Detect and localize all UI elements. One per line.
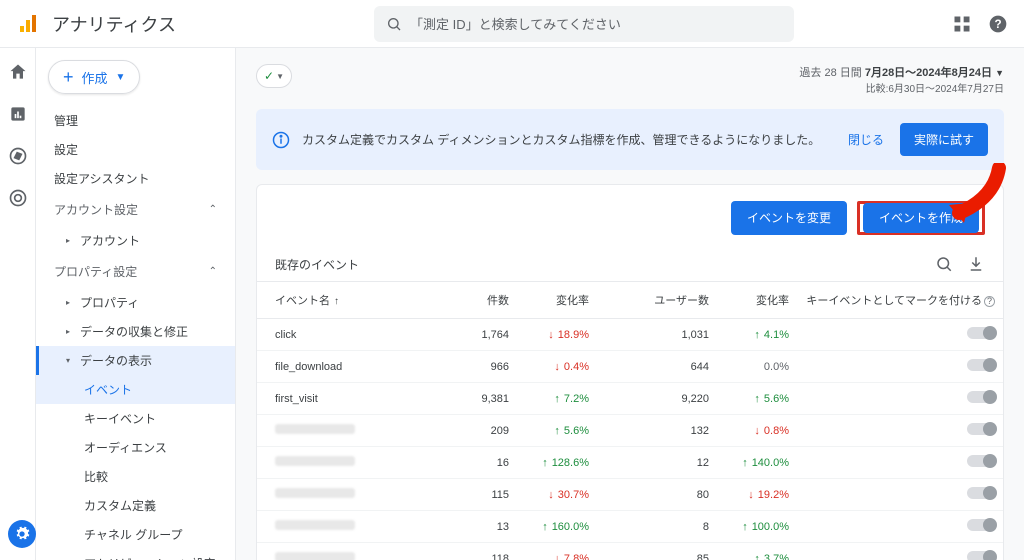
app-title: アナリティクス bbox=[52, 11, 176, 37]
table-row[interactable]: 13↑160.0%8↑100.0% bbox=[257, 511, 1003, 543]
sidebar-item-events[interactable]: イベント bbox=[36, 375, 235, 404]
table-row[interactable]: first_visit9,381↑7.2%9,220↑5.6% bbox=[257, 383, 1003, 415]
modify-event-button[interactable]: イベントを変更 bbox=[731, 201, 847, 235]
table-row[interactable]: 209↑5.6%132↓0.8% bbox=[257, 415, 1003, 447]
col-users[interactable]: ユーザー数 bbox=[597, 282, 717, 319]
download-icon[interactable] bbox=[967, 255, 985, 273]
sidebar-item-data-collection[interactable]: ▸データの収集と修正 bbox=[36, 317, 235, 346]
date-range-picker[interactable]: 過去 28 日間 7月28日〜2024年8月24日 ▼ 比較:6月30日〜202… bbox=[799, 64, 1004, 95]
table-row[interactable]: file_download966↓0.4%6440.0% bbox=[257, 351, 1003, 383]
gear-icon bbox=[14, 526, 30, 542]
sidebar-item-channel-groups[interactable]: チャネル グループ bbox=[36, 520, 235, 549]
col-change1[interactable]: 変化率 bbox=[517, 282, 597, 319]
banner-close-link[interactable]: 閉じる bbox=[848, 131, 884, 148]
table-row[interactable]: click1,764↓18.9%1,031↑4.1% bbox=[257, 319, 1003, 351]
panel-title: 既存のイベント bbox=[275, 256, 921, 273]
events-table: イベント名 件数 変化率 ユーザー数 変化率 キーイベントとしてマークを付ける?… bbox=[257, 282, 1003, 560]
key-event-toggle[interactable] bbox=[967, 423, 995, 435]
create-button[interactable]: +作成▼ bbox=[48, 60, 140, 94]
info-icon bbox=[272, 131, 290, 149]
search-icon bbox=[386, 16, 402, 32]
events-panel: イベントを変更 イベントを作成 既存のイベント イベント名 件数 変化率 ユーザ… bbox=[256, 184, 1004, 560]
chevron-up-icon: ⌃ bbox=[209, 204, 217, 215]
search-icon[interactable] bbox=[935, 255, 953, 273]
apps-icon[interactable] bbox=[952, 14, 972, 34]
home-icon[interactable] bbox=[8, 62, 28, 82]
col-count[interactable]: 件数 bbox=[437, 282, 517, 319]
chevron-up-icon: ⌃ bbox=[209, 266, 217, 277]
table-row[interactable]: 118↓7.8%85↑3.7% bbox=[257, 543, 1003, 560]
key-event-toggle[interactable] bbox=[967, 487, 995, 499]
info-banner: カスタム定義でカスタム ディメンションとカスタム指標を作成、管理できるようになり… bbox=[256, 109, 1004, 170]
key-event-toggle[interactable] bbox=[967, 519, 995, 531]
svg-text:?: ? bbox=[994, 18, 1001, 31]
help-icon[interactable]: ? bbox=[988, 14, 1008, 34]
sidebar-item-settings[interactable]: 設定 bbox=[36, 135, 235, 164]
key-event-toggle[interactable] bbox=[967, 359, 995, 371]
analytics-logo-icon bbox=[16, 12, 40, 36]
col-mark[interactable]: キーイベントとしてマークを付ける? bbox=[797, 282, 1003, 319]
key-event-toggle[interactable] bbox=[967, 391, 995, 403]
create-event-button[interactable]: イベントを作成 bbox=[863, 203, 979, 233]
sidebar-item-audiences[interactable]: オーディエンス bbox=[36, 433, 235, 462]
explore-icon[interactable] bbox=[8, 146, 28, 166]
sidebar-item-custom-defs[interactable]: カスタム定義 bbox=[36, 491, 235, 520]
sidebar-item-data-display[interactable]: ▾データの表示 bbox=[36, 346, 235, 375]
banner-try-button[interactable]: 実際に試す bbox=[900, 123, 988, 156]
key-event-toggle[interactable] bbox=[967, 455, 995, 467]
search-input[interactable]: 「測定 ID」と検索してみてください bbox=[374, 6, 794, 42]
sidebar: +作成▼ 管理 設定 設定アシスタント アカウント設定⌃ ▸アカウント プロパテ… bbox=[36, 48, 236, 560]
key-event-toggle[interactable] bbox=[967, 551, 995, 560]
sidebar-item-property[interactable]: ▸プロパティ bbox=[36, 288, 235, 317]
sidebar-item-admin[interactable]: 管理 bbox=[36, 106, 235, 135]
reports-icon[interactable] bbox=[8, 104, 28, 124]
key-event-toggle[interactable] bbox=[967, 327, 995, 339]
sidebar-item-account[interactable]: ▸アカウント bbox=[36, 226, 235, 255]
sidebar-item-setup-assistant[interactable]: 設定アシスタント bbox=[36, 164, 235, 193]
sidebar-item-comparisons[interactable]: 比較 bbox=[36, 462, 235, 491]
sidebar-item-key-events[interactable]: キーイベント bbox=[36, 404, 235, 433]
settings-fab[interactable] bbox=[8, 520, 36, 548]
advertising-icon[interactable] bbox=[8, 188, 28, 208]
status-chip[interactable]: ✓ ▼ bbox=[256, 64, 292, 88]
sidebar-section-account[interactable]: アカウント設定⌃ bbox=[36, 193, 235, 226]
table-row[interactable]: 16↑128.6%12↑140.0% bbox=[257, 447, 1003, 479]
sidebar-section-property[interactable]: プロパティ設定⌃ bbox=[36, 255, 235, 288]
icon-rail bbox=[0, 48, 36, 560]
table-row[interactable]: 115↓30.7%80↓19.2% bbox=[257, 479, 1003, 511]
sidebar-item-attribution[interactable]: アトリビューション設定 bbox=[36, 549, 235, 560]
col-change2[interactable]: 変化率 bbox=[717, 282, 797, 319]
col-event-name[interactable]: イベント名 bbox=[257, 282, 437, 319]
